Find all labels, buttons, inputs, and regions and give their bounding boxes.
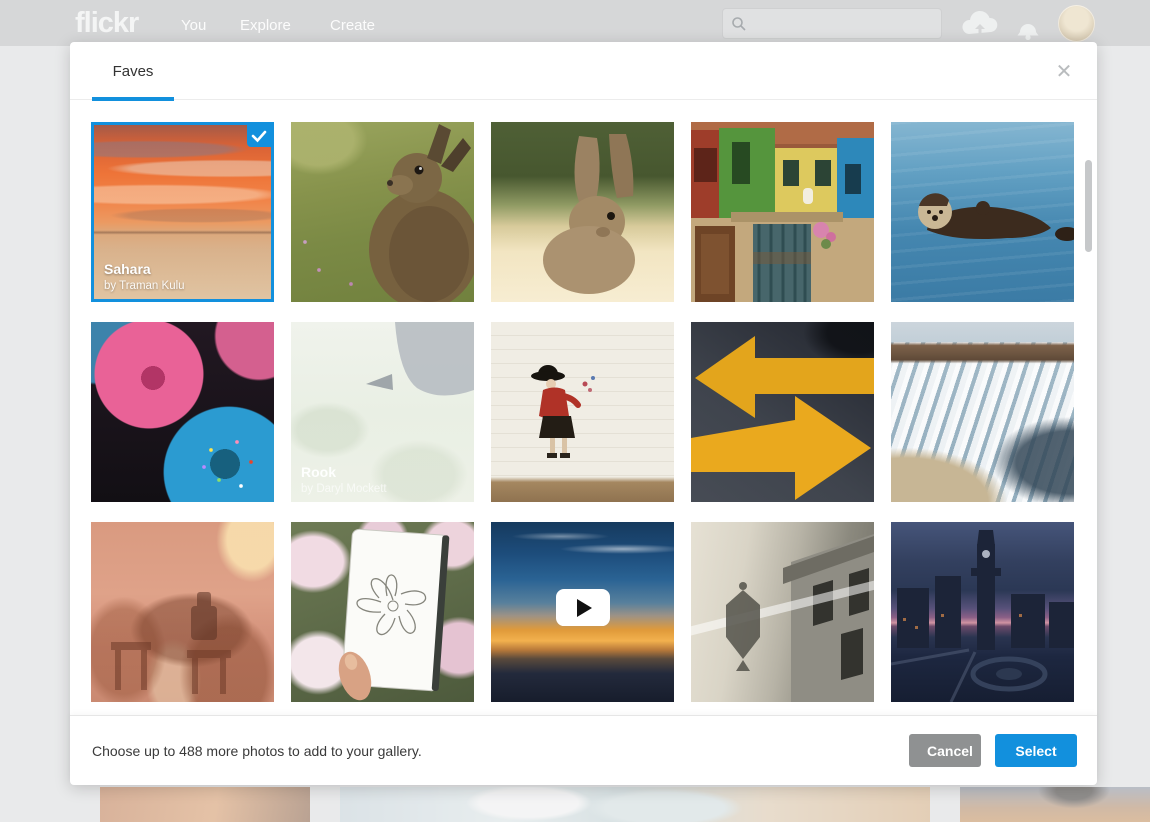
photo-meta: Rook by Daryl Mockett	[301, 464, 387, 495]
background-photo	[100, 787, 310, 822]
photo-tile-bw-building[interactable]	[691, 522, 874, 702]
photo-art	[691, 522, 874, 702]
modal-header: Faves ✕	[70, 42, 1097, 100]
photo-tile-sea-otter[interactable]	[891, 122, 1074, 302]
photo-art	[691, 322, 874, 502]
play-button-icon[interactable]	[556, 589, 610, 626]
photo-grid: Sahara by Traman Kulu	[91, 122, 1076, 702]
photo-tile-hare[interactable]	[291, 122, 474, 302]
search-input[interactable]	[747, 16, 941, 31]
select-button[interactable]: Select	[995, 734, 1077, 767]
photo-tile-flower-sketchbook[interactable]	[291, 522, 474, 702]
photo-art	[891, 522, 1074, 702]
tab-faves[interactable]: Faves	[92, 42, 174, 100]
search-icon	[731, 16, 747, 32]
photo-author: by Traman Kulu	[104, 280, 185, 292]
photo-tile-graffiti-girl[interactable]	[491, 322, 674, 502]
close-icon[interactable]: ✕	[1049, 56, 1079, 86]
photo-tile-waterfall[interactable]	[891, 322, 1074, 502]
photo-tile-yellow-arrows[interactable]	[691, 322, 874, 502]
upload-cloud-icon[interactable]	[960, 8, 1000, 40]
photo-tile-rook[interactable]: Rook by Daryl Mockett	[291, 322, 474, 502]
photo-picker-modal: Faves ✕ Sahara by Traman Kulu	[70, 42, 1097, 785]
photo-art	[291, 522, 474, 702]
search-box[interactable]	[722, 8, 942, 39]
photo-grid-area: Sahara by Traman Kulu	[70, 100, 1097, 715]
scrollbar-thumb[interactable]	[1085, 160, 1092, 252]
photo-title: Rook	[301, 464, 387, 480]
background-photo	[960, 787, 1150, 822]
photo-author: by Daryl Mockett	[301, 483, 387, 495]
photo-tile-donuts[interactable]	[91, 322, 274, 502]
bell-icon[interactable]	[1010, 8, 1046, 40]
photo-art	[91, 522, 274, 702]
site-header: flickr You Explore Create	[0, 0, 1150, 46]
tab-faves-label: Faves	[113, 63, 154, 80]
photo-meta: Sahara by Traman Kulu	[104, 261, 185, 292]
nav-create[interactable]: Create	[330, 17, 375, 34]
user-avatar[interactable]	[1058, 5, 1095, 42]
photo-tile-colorful-houses[interactable]	[691, 122, 874, 302]
photo-tile-rabbit[interactable]	[491, 122, 674, 302]
background-photo	[340, 787, 930, 822]
photo-art	[291, 122, 474, 302]
photo-tile-city-dusk[interactable]	[891, 522, 1074, 702]
nav-explore[interactable]: Explore	[240, 17, 291, 34]
cancel-button[interactable]: Cancel	[909, 734, 981, 767]
photo-art	[691, 122, 874, 302]
photo-art	[891, 322, 1074, 502]
photo-art	[491, 322, 674, 502]
flickr-logo[interactable]: flickr	[75, 7, 138, 40]
photo-art	[91, 322, 274, 502]
modal-footer: Choose up to 488 more photos to add to y…	[70, 715, 1097, 785]
selection-limit-message: Choose up to 488 more photos to add to y…	[92, 743, 909, 759]
photo-tile-sunset-video[interactable]	[491, 522, 674, 702]
photo-tile-sahara[interactable]: Sahara by Traman Kulu	[91, 122, 274, 302]
photo-title: Sahara	[104, 261, 185, 277]
photo-art	[891, 122, 1074, 302]
selected-check-icon[interactable]	[247, 125, 271, 147]
photo-tile-cafe-interior[interactable]	[91, 522, 274, 702]
photo-art	[491, 122, 674, 302]
nav-you[interactable]: You	[181, 17, 206, 34]
